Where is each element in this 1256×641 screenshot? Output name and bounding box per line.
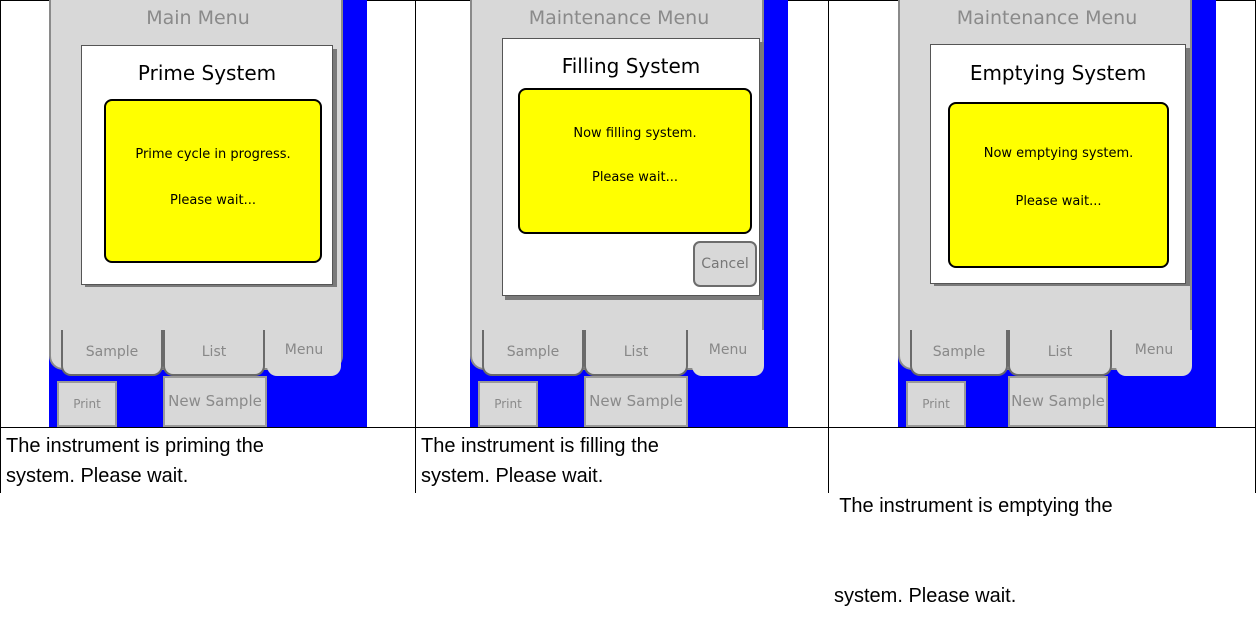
message-line-1: Now emptying system.	[983, 146, 1134, 161]
new-sample-button[interactable]: New Sample	[163, 376, 267, 427]
menu-title: Main Menu	[146, 7, 250, 29]
screenshot-panel-emptying: Maintenance Menu Emptying System Now emp…	[898, 0, 1216, 427]
tab-list[interactable]: List	[163, 330, 265, 376]
menu-title: Maintenance Menu	[956, 7, 1138, 29]
new-sample-button[interactable]: New Sample	[584, 376, 688, 427]
caption-line-1: The instrument is filling the	[421, 435, 659, 457]
caption-line-2: system. Please wait.	[6, 465, 189, 487]
message-line-2: Please wait...	[591, 170, 679, 185]
tab-menu[interactable]: Menu	[267, 330, 341, 376]
caption-prime: The instrument is priming the system. Pl…	[6, 431, 411, 491]
emptying-dialog: Emptying System Now emptying system. Ple…	[930, 44, 1186, 284]
table-divider-1	[415, 0, 416, 493]
message-line-1: Now filling system.	[573, 126, 697, 141]
table-divider-2	[828, 0, 829, 493]
print-button[interactable]: Print	[57, 381, 117, 427]
print-button[interactable]: Print	[478, 381, 538, 427]
screenshot-panel-prime: Main Menu Prime System Prime cycle in pr…	[49, 0, 367, 427]
table-row-divider	[0, 427, 1256, 428]
prime-dialog: Prime System Prime cycle in progress. Pl…	[81, 45, 333, 285]
dialog-title: Prime System	[137, 61, 277, 85]
new-sample-button[interactable]: New Sample	[1008, 376, 1108, 427]
message-box: Now emptying system. Please wait...	[948, 102, 1169, 268]
device-screen: Maintenance Menu Emptying System Now emp…	[898, 0, 1192, 370]
tab-menu[interactable]: Menu	[1116, 330, 1192, 376]
message-line-1: Prime cycle in progress.	[135, 147, 291, 162]
print-button[interactable]: Print	[906, 381, 966, 427]
message-box: Now filling system. Please wait...	[518, 88, 752, 234]
tab-list[interactable]: List	[1008, 330, 1112, 376]
caption-line-2: system. Please wait.	[421, 465, 604, 487]
message-box: Prime cycle in progress. Please wait...	[104, 99, 322, 263]
table-border-left	[0, 0, 1, 493]
dialog-title: Filling System	[561, 54, 701, 78]
tab-sample[interactable]: Sample	[910, 330, 1008, 376]
filling-dialog: Filling System Now filling system. Pleas…	[502, 38, 760, 296]
caption-line-1: The instrument is priming the	[6, 435, 264, 457]
tab-menu[interactable]: Menu	[692, 330, 764, 376]
message-line-2: Please wait...	[169, 193, 257, 208]
caption-line-2: system. Please wait.	[834, 585, 1017, 607]
screenshot-panel-filling: Maintenance Menu Filling System Now fill…	[470, 0, 788, 427]
dialog-title: Emptying System	[969, 61, 1147, 85]
caption-line-1: The instrument is emptying the	[834, 495, 1113, 517]
tab-list[interactable]: List	[584, 330, 688, 376]
tab-sample[interactable]: Sample	[482, 330, 584, 376]
caption-emptying: The instrument is emptying the system. P…	[834, 431, 1252, 641]
cancel-button[interactable]: Cancel	[693, 241, 757, 287]
tab-sample[interactable]: Sample	[61, 330, 163, 376]
device-screen: Maintenance Menu Filling System Now fill…	[470, 0, 764, 370]
caption-filling: The instrument is filling the system. Pl…	[421, 431, 824, 491]
message-line-2: Please wait...	[1015, 194, 1102, 209]
device-screen: Main Menu Prime System Prime cycle in pr…	[49, 0, 343, 370]
menu-title: Maintenance Menu	[528, 7, 710, 29]
